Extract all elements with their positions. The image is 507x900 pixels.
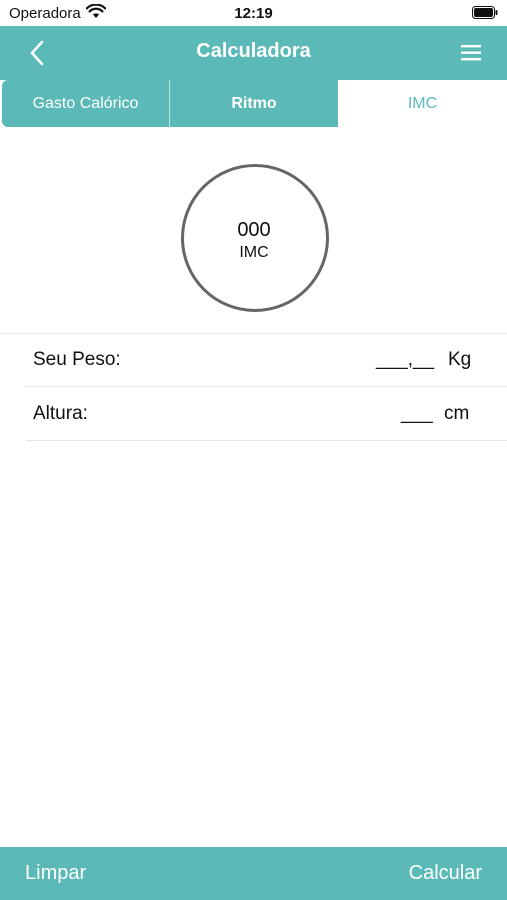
menu-button[interactable] bbox=[459, 41, 485, 65]
height-unit: cm bbox=[444, 403, 470, 424]
tab-label: IMC bbox=[407, 94, 438, 112]
tab-label: Ritmo bbox=[231, 94, 277, 112]
page-title: Calculadora bbox=[196, 40, 311, 62]
weight-label: Seu Peso: bbox=[33, 349, 121, 370]
bottom-action-bar: Limpar Calcular bbox=[0, 847, 507, 900]
navigation-bar: Calculadora bbox=[0, 26, 507, 80]
clear-button[interactable]: Limpar bbox=[25, 862, 86, 885]
imc-label: IMC bbox=[239, 244, 269, 261]
divider bbox=[26, 386, 507, 387]
calculator-tabs: Gasto Calórico Ritmo IMC bbox=[2, 80, 507, 127]
hamburger-menu-icon bbox=[461, 45, 481, 61]
calculate-button[interactable]: Calcular bbox=[409, 862, 482, 885]
divider bbox=[26, 440, 507, 441]
tab-imc[interactable]: IMC bbox=[338, 80, 507, 127]
status-bar: Operadora 12:19 bbox=[0, 0, 507, 26]
chevron-left-icon bbox=[30, 40, 44, 66]
imc-value: 000 bbox=[237, 219, 271, 241]
battery-icon bbox=[472, 6, 498, 19]
weight-input[interactable]: ___,__ bbox=[376, 349, 434, 371]
weight-unit: Kg bbox=[448, 349, 472, 370]
tab-ritmo[interactable]: Ritmo bbox=[169, 80, 338, 127]
back-button[interactable] bbox=[24, 38, 54, 68]
clock: 12:19 bbox=[234, 5, 273, 22]
tab-label: Gasto Calórico bbox=[32, 94, 139, 112]
tab-gasto-calorico[interactable]: Gasto Calórico bbox=[2, 80, 169, 127]
height-label: Altura: bbox=[33, 403, 88, 424]
height-input[interactable]: ___ bbox=[401, 403, 433, 425]
divider bbox=[0, 333, 507, 334]
